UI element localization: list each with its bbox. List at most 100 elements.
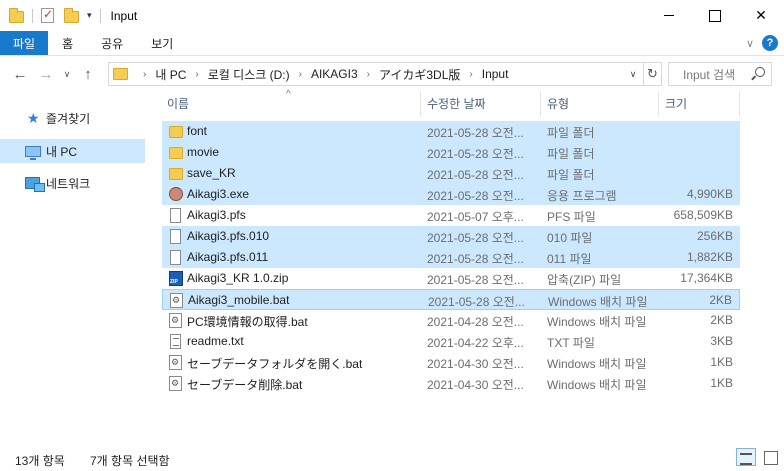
file-name: セーブデータ削除.bat xyxy=(187,378,303,392)
table-row[interactable]: movie 2021-05-28 오전... 파일 폴더 xyxy=(162,142,740,163)
column-header-size[interactable]: 크기 xyxy=(665,95,687,112)
tab-home[interactable]: 홈 xyxy=(48,31,87,55)
file-icon xyxy=(170,250,181,265)
column-header-type[interactable]: 유형 xyxy=(547,95,569,112)
breadcrumb-separator[interactable]: › xyxy=(195,69,198,80)
up-button[interactable]: ↑ xyxy=(75,61,101,87)
file-type: 011 파일 xyxy=(547,252,592,266)
breadcrumb-separator[interactable]: › xyxy=(299,69,302,80)
sidebar-item-quick-access[interactable]: ★ 즐겨찾기 xyxy=(0,106,145,130)
refresh-button[interactable]: ↻ xyxy=(644,62,662,86)
file-date: 2021-05-07 오후... xyxy=(427,210,524,224)
file-type: 파일 폴더 xyxy=(547,147,595,161)
breadcrumb-item[interactable]: 로컬 디스크 (D:) xyxy=(208,66,290,83)
file-name: Aikagi3.pfs.010 xyxy=(187,229,270,243)
file-size: 2KB xyxy=(710,313,733,327)
column-header-date[interactable]: 수정한 날짜 xyxy=(427,95,486,112)
file-date: 2021-05-28 오전... xyxy=(428,295,525,309)
file-size: 4,990KB xyxy=(686,187,733,201)
window-title: Input xyxy=(110,8,138,23)
file-size: 1KB xyxy=(710,376,733,390)
zip-archive-icon xyxy=(169,271,183,286)
file-type: TXT 파일 xyxy=(547,336,595,350)
table-row[interactable]: Aikagi3.pfs 2021-05-07 오후... PFS 파일 658,509… xyxy=(162,205,740,226)
column-divider[interactable] xyxy=(658,92,659,116)
folder-icon xyxy=(169,147,183,159)
column-header-name[interactable]: 이름 xyxy=(167,95,189,112)
breadcrumb-item[interactable]: AIKAGI3 xyxy=(311,67,358,81)
sort-ascending-icon: ^ xyxy=(286,89,291,100)
pc-icon xyxy=(25,145,41,160)
table-row[interactable]: font 2021-05-28 오전... 파일 폴더 xyxy=(162,121,740,142)
maximize-button[interactable] xyxy=(692,0,738,31)
file-date: 2021-04-30 오전... xyxy=(427,378,524,392)
file-type: Windows 배치 파일 xyxy=(547,315,647,329)
file-size: 3KB xyxy=(710,334,733,348)
tab-view[interactable]: 보기 xyxy=(137,31,187,55)
table-row[interactable]: セーブデータ削除.bat 2021-04-30 오전... Windows 배치 파… xyxy=(162,373,740,394)
file-type: Windows 배치 파일 xyxy=(547,357,647,371)
status-bar: 13개 항목 7개 항목 선택함 xyxy=(0,443,784,471)
new-folder-icon[interactable] xyxy=(64,7,79,23)
file-date: 2021-05-28 오전... xyxy=(427,168,524,182)
table-row[interactable]: セーブデータフォルダを開く.bat 2021-04-30 오전... Windows… xyxy=(162,352,740,373)
file-icon xyxy=(170,208,181,223)
minimize-button[interactable] xyxy=(646,0,692,31)
search-icon xyxy=(755,67,765,77)
ribbon-tabs: 파일 홈 공유 보기 ∨ ? xyxy=(0,31,784,56)
column-divider[interactable] xyxy=(420,92,421,116)
folder-icon xyxy=(9,7,24,23)
table-row[interactable]: Aikagi3_mobile.bat 2021-05-28 오전... Window… xyxy=(162,289,740,310)
recent-locations-dropdown[interactable]: ∨ xyxy=(59,61,75,87)
customize-toolbar-dropdown[interactable]: ▾ xyxy=(87,10,92,21)
table-row[interactable]: Aikagi3.pfs.010 2021-05-28 오전... 010 파일 256… xyxy=(162,226,740,247)
title-bar: ▾ Input ✕ xyxy=(0,0,784,31)
breadcrumb-separator[interactable]: › xyxy=(367,69,370,80)
breadcrumb-item[interactable]: アイカギ3DL版 xyxy=(379,66,460,83)
breadcrumb-separator[interactable]: › xyxy=(143,69,146,80)
folder-icon xyxy=(113,68,128,80)
tab-share[interactable]: 공유 xyxy=(87,31,137,55)
table-row[interactable]: Aikagi3.pfs.011 2021-05-28 오전... 011 파일 1,8… xyxy=(162,247,740,268)
file-name: Aikagi3.pfs.011 xyxy=(187,250,269,264)
ribbon-spacer xyxy=(187,31,740,55)
file-type: 응용 프로그램 xyxy=(547,189,617,203)
sidebar-item-network[interactable]: 네트워크 xyxy=(0,171,145,195)
file-name: movie xyxy=(187,145,220,159)
item-count: 13개 항목 xyxy=(15,454,65,468)
large-icons-view-button[interactable] xyxy=(760,448,780,466)
file-type: 파일 폴더 xyxy=(547,168,595,182)
forward-button[interactable]: → xyxy=(33,61,59,87)
column-divider[interactable] xyxy=(540,92,541,116)
back-button[interactable]: ← xyxy=(7,61,33,87)
table-row[interactable]: Aikagi3.exe 2021-05-28 오전... 응용 프로그램 4,990K… xyxy=(162,184,740,205)
batch-file-icon xyxy=(169,376,182,391)
navigation-bar: ← → ∨ ↑ › 내 PC › 로컬 디스크 (D:) › AIKAGI3 ›… xyxy=(0,57,784,91)
breadcrumb-separator[interactable]: › xyxy=(469,69,472,80)
help-icon[interactable]: ? xyxy=(762,35,778,51)
expand-ribbon-icon[interactable]: ∨ xyxy=(740,31,760,55)
search-input[interactable]: Input 검색 xyxy=(668,62,772,86)
file-date: 2021-04-22 오후... xyxy=(427,336,524,350)
file-name: font xyxy=(187,124,208,138)
details-view-button[interactable] xyxy=(736,448,756,466)
table-row[interactable]: readme.txt 2021-04-22 오후... TXT 파일 3KB xyxy=(162,331,740,352)
table-row[interactable]: Aikagi3_KR 1.0.zip 2021-05-28 오전... 압축(ZIP… xyxy=(162,268,740,289)
table-row[interactable]: save_KR 2021-05-28 오전... 파일 폴더 xyxy=(162,163,740,184)
file-name: Aikagi3.exe xyxy=(187,187,250,201)
breadcrumb-item[interactable]: Input xyxy=(482,67,509,81)
breadcrumb-item[interactable]: 내 PC xyxy=(155,66,186,83)
close-button[interactable]: ✕ xyxy=(738,0,784,31)
sidebar-item-this-pc[interactable]: 내 PC xyxy=(0,139,145,163)
sidebar-item-label: 내 PC xyxy=(46,144,78,159)
file-type: Windows 배치 파일 xyxy=(548,295,648,309)
table-row[interactable]: PC環境情報の取得.bat 2021-04-28 오전... Windows 배치 … xyxy=(162,310,740,331)
file-date: 2021-05-28 오전... xyxy=(427,252,524,266)
network-icon xyxy=(25,177,45,192)
column-divider[interactable] xyxy=(739,92,740,116)
address-dropdown-icon[interactable]: ∨ xyxy=(625,66,641,82)
properties-icon[interactable] xyxy=(41,7,54,23)
address-bar[interactable]: › 내 PC › 로컬 디스크 (D:) › AIKAGI3 › アイカギ3DL… xyxy=(108,62,644,86)
star-icon: ★ xyxy=(27,110,40,126)
tab-file[interactable]: 파일 xyxy=(0,31,49,55)
